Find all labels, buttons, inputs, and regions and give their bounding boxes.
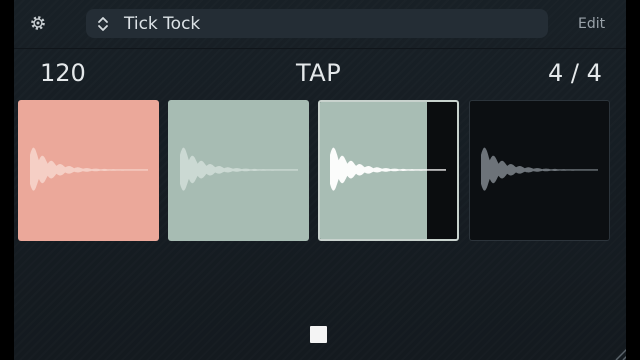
- beat-pad-4[interactable]: [469, 100, 610, 241]
- beat-pad-1[interactable]: [18, 100, 159, 241]
- waveform-1: [30, 147, 148, 191]
- beat-pad-3[interactable]: [318, 100, 459, 241]
- waveform-4: [481, 147, 598, 191]
- preset-name: Tick Tock: [124, 14, 201, 34]
- beat-pad-2[interactable]: [168, 100, 309, 241]
- header-bar: Tick Tock Edit: [14, 0, 626, 49]
- bpm-value[interactable]: 120: [40, 59, 86, 87]
- gear-icon[interactable]: [28, 13, 48, 33]
- up-down-chevron-icon[interactable]: [96, 14, 110, 34]
- waveform-3: [330, 147, 446, 191]
- stop-icon[interactable]: [310, 326, 327, 343]
- time-signature[interactable]: 4 / 4: [548, 59, 602, 87]
- tap-button[interactable]: TAP: [296, 59, 341, 87]
- metronome-window: Tick Tock Edit 120 TAP 4 / 4: [14, 0, 626, 360]
- waveform-2: [180, 147, 298, 191]
- preset-selector[interactable]: Tick Tock: [86, 9, 548, 38]
- edit-button[interactable]: Edit: [578, 15, 605, 33]
- resize-grip-icon[interactable]: [610, 330, 626, 360]
